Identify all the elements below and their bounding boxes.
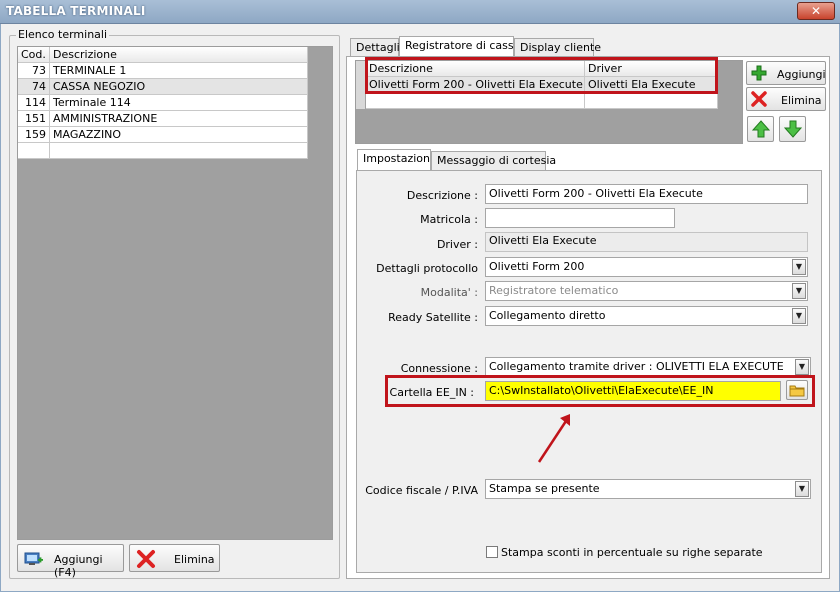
title-bar: TABELLA TERMINALI ✕ bbox=[0, 0, 840, 24]
delete-terminal-button[interactable]: Elimina bbox=[129, 544, 220, 572]
terminals-table-body: Cod. Descrizione 73 TERMINALE 1 74 CASSA… bbox=[18, 47, 308, 159]
row-code: 74 bbox=[18, 79, 50, 95]
close-button[interactable]: ✕ bbox=[797, 2, 835, 20]
row-code-empty bbox=[18, 143, 50, 159]
row-code: 73 bbox=[18, 63, 50, 79]
tab-dettagli[interactable]: Dettagli bbox=[350, 38, 400, 58]
descrizione-field[interactable]: Olivetti Form 200 - Olivetti Ela Execute bbox=[485, 184, 808, 204]
chevron-down-icon[interactable]: ▼ bbox=[795, 359, 809, 375]
row-description: AMMINISTRAZIONE bbox=[50, 111, 308, 127]
modalita-label: Modalita' : bbox=[420, 286, 478, 299]
chevron-down-icon[interactable]: ▼ bbox=[792, 308, 806, 324]
delete-terminal-label: Elimina bbox=[174, 553, 215, 566]
dettagli-protocollo-value: Olivetti Form 200 bbox=[489, 260, 585, 273]
delete-register-button[interactable]: Elimina bbox=[746, 87, 826, 111]
cartella-highlight bbox=[385, 375, 815, 407]
terminals-table[interactable]: Cod. Descrizione 73 TERMINALE 1 74 CASSA… bbox=[17, 46, 333, 540]
row-description: MAGAZZINO bbox=[50, 127, 308, 143]
matricola-label: Matricola : bbox=[420, 213, 478, 226]
column-header-code[interactable]: Cod. bbox=[18, 47, 50, 63]
row-code: 151 bbox=[18, 111, 50, 127]
add-register-button[interactable]: Aggiungi bbox=[746, 61, 826, 85]
codice-fiscale-value: Stampa se presente bbox=[489, 482, 600, 495]
row-description: TERMINALE 1 bbox=[50, 63, 308, 79]
register-description-empty bbox=[366, 93, 585, 109]
tab-impostazioni[interactable]: Impostazioni bbox=[357, 149, 433, 171]
row-description: CASSA NEGOZIO bbox=[50, 79, 308, 95]
arrow-down-icon bbox=[783, 120, 803, 138]
red-x-icon bbox=[137, 550, 155, 568]
dettagli-protocollo-select[interactable]: Olivetti Form 200 ▼ bbox=[485, 257, 808, 277]
row-description: Terminale 114 bbox=[50, 95, 308, 111]
row-description-empty bbox=[50, 143, 308, 159]
matricola-field[interactable] bbox=[485, 208, 675, 228]
add-terminal-label: Aggiungi (F4) bbox=[54, 553, 103, 579]
driver-field: Olivetti Ela Execute bbox=[485, 232, 808, 252]
ready-satellite-label: Ready Satellite : bbox=[388, 311, 478, 324]
registers-highlight bbox=[365, 57, 718, 94]
add-terminal-button[interactable]: Aggiungi (F4) bbox=[17, 544, 124, 579]
stampa-sconti-label[interactable]: Stampa sconti in percentuale su righe se… bbox=[501, 546, 763, 559]
register-driver-empty bbox=[585, 93, 718, 109]
chevron-down-icon[interactable]: ▼ bbox=[792, 283, 806, 299]
dettagli-protocollo-label: Dettagli protocollo bbox=[376, 262, 478, 275]
chevron-down-icon[interactable]: ▼ bbox=[792, 259, 806, 275]
connessione-value: Collegamento tramite driver : OLIVETTI E… bbox=[489, 360, 784, 373]
modalita-value: Registratore telematico bbox=[489, 284, 619, 297]
descrizione-label: Descrizione : bbox=[406, 189, 478, 202]
stampa-sconti-checkbox[interactable] bbox=[486, 546, 498, 558]
sub-tabs: Impostazioni Messaggio di cortesia bbox=[357, 149, 557, 171]
tab-display-cliente[interactable]: Display cliente bbox=[514, 38, 601, 58]
column-header-description[interactable]: Descrizione bbox=[50, 47, 308, 63]
delete-register-label: Elimina bbox=[781, 94, 822, 107]
chevron-down-icon[interactable]: ▼ bbox=[795, 481, 809, 497]
tab-registratore-di-cassa[interactable]: Registratore di cassa bbox=[399, 36, 520, 58]
arrow-up-icon bbox=[751, 120, 771, 138]
ready-satellite-select[interactable]: Collegamento diretto ▼ bbox=[485, 306, 808, 326]
main-tabs: Dettagli Registratore di cassa Display c… bbox=[350, 36, 601, 58]
move-up-button[interactable] bbox=[747, 116, 774, 142]
terminals-group-label: Elenco terminali bbox=[16, 28, 110, 41]
move-down-button[interactable] bbox=[779, 116, 806, 142]
codice-fiscale-label: Codice fiscale / P.IVA bbox=[365, 484, 478, 497]
modalita-select[interactable]: Registratore telematico ▼ bbox=[485, 281, 808, 301]
row-code: 159 bbox=[18, 127, 50, 143]
connessione-label: Connessione : bbox=[400, 362, 478, 375]
green-plus-icon bbox=[751, 65, 767, 81]
driver-label: Driver : bbox=[436, 238, 478, 251]
tab-messaggio-di-cortesia[interactable]: Messaggio di cortesia bbox=[431, 151, 556, 171]
codice-fiscale-select[interactable]: Stampa se presente ▼ bbox=[485, 479, 811, 499]
add-register-label: Aggiungi bbox=[777, 68, 826, 81]
connessione-select[interactable]: Collegamento tramite driver : OLIVETTI E… bbox=[485, 357, 811, 377]
red-x-icon bbox=[751, 91, 767, 107]
window-title: TABELLA TERMINALI bbox=[6, 4, 146, 18]
add-terminal-icon bbox=[24, 552, 43, 565]
ready-satellite-value: Collegamento diretto bbox=[489, 309, 606, 322]
row-code: 114 bbox=[18, 95, 50, 111]
red-arrow-annotation bbox=[537, 414, 570, 463]
